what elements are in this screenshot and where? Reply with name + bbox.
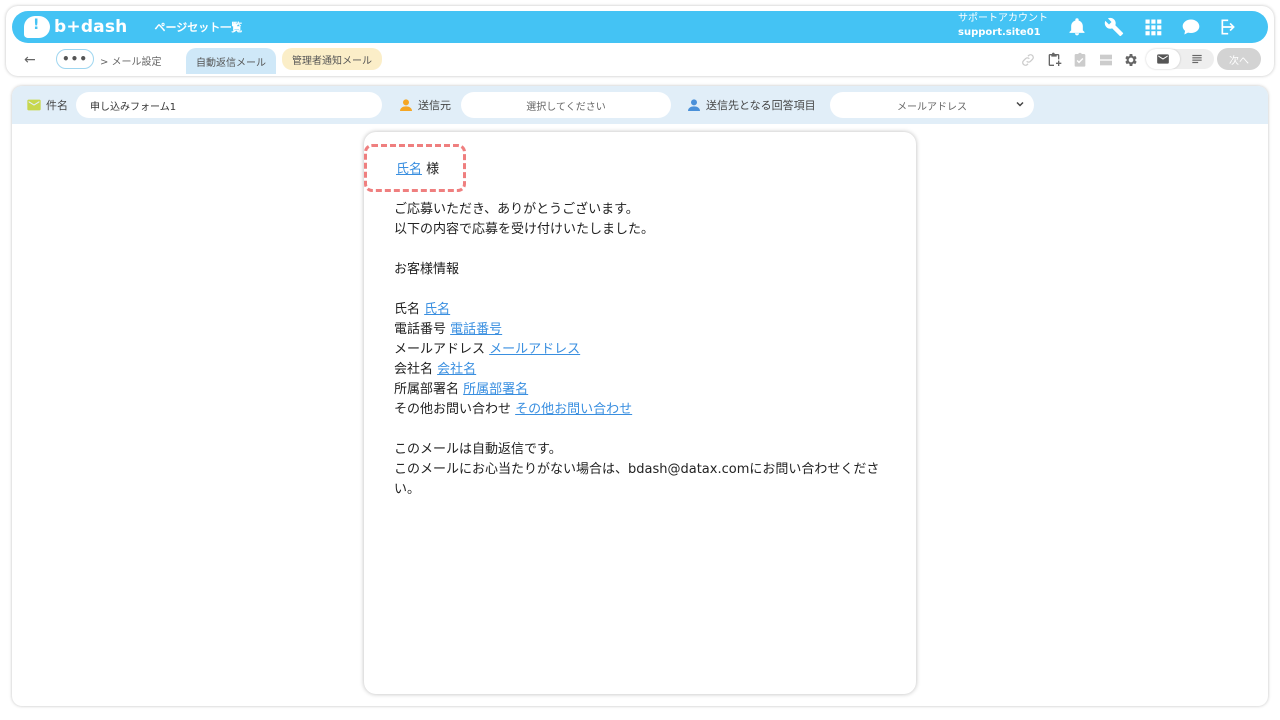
email-text-line: ご応募いただき、ありがとうございます。 — [394, 202, 639, 217]
recipient-value: メールアドレス — [897, 101, 967, 113]
info-row-other: その他お問い合わせ その他お問い合わせ — [394, 400, 894, 420]
chevron-down-icon — [1016, 101, 1024, 107]
greeting-line: 氏名 様 — [364, 144, 894, 192]
recipient-label: 送信先となる回答項目 — [686, 97, 816, 113]
envelope-icon — [27, 99, 41, 111]
grid-icon[interactable] — [1137, 11, 1169, 43]
account-id: support.site01 — [958, 27, 1041, 38]
row-label: 所属部署名 — [394, 382, 460, 397]
main-panel: 件名 申し込みフォーム1 送信元 選択してください 送信先となる回答項目 メール… — [12, 86, 1268, 706]
subject-label: 件名 — [26, 97, 68, 113]
info-row-company: 会社名 会社名 — [394, 360, 894, 380]
tab-admin-notification-mail[interactable]: 管理者通知メール — [282, 48, 382, 70]
mail-icon — [1157, 54, 1169, 64]
row-label: メールアドレス — [394, 342, 486, 357]
tab-auto-reply-mail[interactable]: 自動返信メール — [186, 48, 276, 74]
variable-link[interactable]: 所属部署名 — [463, 382, 528, 397]
logo[interactable]: b+dash — [24, 16, 127, 38]
logout-icon[interactable] — [1213, 11, 1245, 43]
sender-select[interactable]: 選択してください — [461, 92, 671, 118]
info-row-phone: 電話番号 電話番号 — [394, 320, 894, 340]
subject-label-text: 件名 — [46, 99, 68, 112]
info-row-department: 所属部署名 所属部署名 — [394, 380, 894, 400]
account-info[interactable]: サポートアカウント support.site01 — [958, 12, 1048, 40]
logo-text: b+dash — [54, 17, 128, 37]
person-icon — [688, 99, 700, 111]
link-icon[interactable] — [1018, 50, 1038, 70]
gear-icon[interactable] — [1121, 50, 1141, 70]
page-set-list-link[interactable]: ページセット一覧 — [154, 19, 242, 35]
subject-input[interactable]: 申し込みフォーム1 — [76, 92, 382, 118]
variable-link[interactable]: 電話番号 — [450, 322, 502, 337]
chat-icon[interactable] — [1175, 11, 1207, 43]
text-view-toggle[interactable] — [1180, 49, 1214, 69]
email-text-line: 以下の内容で応募を受け付けいたしました。 — [394, 222, 655, 237]
mail-view-toggle[interactable] — [1146, 49, 1180, 69]
account-label: サポートアカウント — [958, 13, 1048, 24]
wrench-icon[interactable] — [1098, 11, 1130, 43]
more-button[interactable]: ••• — [56, 49, 94, 69]
clipboard-check-icon[interactable] — [1070, 50, 1090, 70]
row-label: 氏名 — [394, 302, 421, 317]
recipient-select[interactable]: メールアドレス — [830, 92, 1034, 118]
sub-toolbar: ← ••• > メール設定 自動返信メール 管理者通知メール 次へ — [12, 48, 1268, 74]
logo-icon — [24, 16, 50, 38]
info-row-email: メールアドレス メールアドレス — [394, 340, 894, 360]
header-bar: b+dash ページセット一覧 サポートアカウント support.site01 — [12, 11, 1268, 43]
row-label: 電話番号 — [394, 322, 447, 337]
sender-label: 送信元 — [398, 97, 451, 113]
layout-icon[interactable] — [1096, 50, 1116, 70]
variable-link[interactable]: 会社名 — [437, 362, 476, 377]
section-title: お客様情報 — [394, 262, 460, 277]
text-lines-icon — [1192, 54, 1202, 64]
row-label: 会社名 — [394, 362, 434, 377]
footer-line: このメールは自動返信です。 — [394, 442, 562, 457]
recipient-label-text: 送信先となる回答項目 — [706, 99, 816, 112]
mail-settings-bar: 件名 申し込みフォーム1 送信元 選択してください 送信先となる回答項目 メール… — [12, 86, 1268, 124]
clipboard-add-icon[interactable] — [1044, 50, 1064, 70]
back-icon[interactable]: ← — [24, 52, 36, 68]
info-row-name: 氏名 氏名 — [394, 300, 894, 320]
next-button[interactable]: 次へ — [1217, 48, 1261, 70]
row-label: その他お問い合わせ — [394, 402, 512, 417]
variable-link[interactable]: 氏名 — [424, 302, 450, 317]
bell-icon[interactable] — [1061, 11, 1093, 43]
footer-line: このメールにお心当たりがない場合は、bdash@datax.comにお問い合わせ… — [394, 462, 880, 497]
breadcrumb: > メール設定 — [100, 57, 162, 68]
variable-link[interactable]: その他お問い合わせ — [515, 402, 632, 417]
highlight-box — [364, 144, 466, 192]
variable-link[interactable]: メールアドレス — [489, 342, 580, 357]
email-preview: 氏名 様 ご応募いただき、ありがとうございます。 以下の内容で応募を受け付けいた… — [364, 132, 916, 694]
person-icon — [400, 99, 412, 111]
email-body[interactable]: 氏名 様 ご応募いただき、ありがとうございます。 以下の内容で応募を受け付けいた… — [364, 144, 894, 500]
sender-label-text: 送信元 — [418, 99, 451, 112]
view-toggle — [1146, 49, 1214, 69]
